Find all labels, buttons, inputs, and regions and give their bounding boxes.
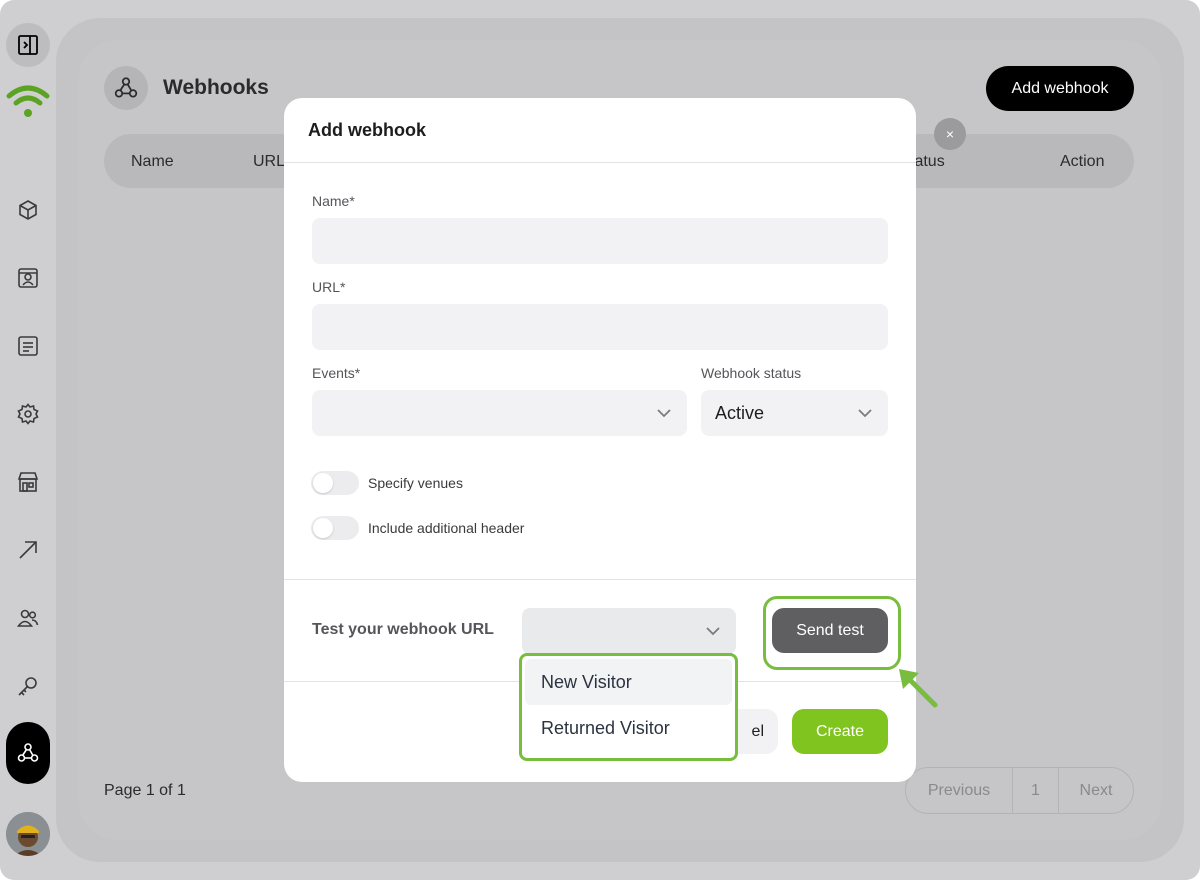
url-input[interactable]: [312, 304, 888, 350]
arrow-up-right-icon: [19, 541, 37, 559]
store-icon: [17, 472, 39, 492]
close-icon: ×: [945, 126, 955, 142]
gear-icon: [17, 403, 39, 425]
next-page-button[interactable]: Next: [1059, 768, 1133, 813]
name-input[interactable]: [312, 218, 888, 264]
test-event-select[interactable]: [522, 608, 736, 654]
pointer-arrow-icon: [899, 669, 938, 708]
webhook-icon: [17, 743, 39, 762]
column-header-action: Action: [1060, 153, 1105, 170]
brand-logo[interactable]: [4, 82, 52, 122]
pagination: Previous 1 Next: [905, 767, 1134, 814]
additional-header-toggle[interactable]: [311, 516, 359, 540]
additional-header-label: Include additional header: [368, 520, 525, 536]
test-webhook-label: Test your webhook URL: [312, 621, 494, 638]
user-avatar[interactable]: [6, 812, 50, 856]
page-header-icon: [104, 66, 148, 110]
webhook-status-label: Webhook status: [701, 365, 802, 381]
sidebar-item-products[interactable]: [6, 188, 50, 232]
specify-venues-toggle[interactable]: [311, 471, 359, 495]
page-number-button[interactable]: 1: [1013, 768, 1059, 813]
column-header-url: URL: [253, 153, 286, 170]
sidebar: [0, 0, 56, 880]
modal-title: Add webhook: [308, 120, 426, 140]
toggle-knob: [313, 518, 333, 538]
chevron-down-icon: [706, 627, 720, 636]
events-select[interactable]: [312, 390, 687, 436]
sidebar-item-reports[interactable]: [6, 528, 50, 572]
modal-close-button[interactable]: ×: [934, 118, 966, 150]
dropdown-option-new-visitor[interactable]: New Visitor: [525, 659, 732, 705]
wifi-logo-icon: [6, 85, 50, 117]
box-icon: [19, 200, 37, 220]
modal-header-divider: [284, 162, 916, 163]
page-title: Webhooks: [163, 76, 269, 99]
panel-toggle-icon: [18, 35, 38, 55]
sidebar-item-lists[interactable]: [6, 324, 50, 368]
sidebar-item-contacts[interactable]: [6, 256, 50, 300]
sidebar-item-api-keys[interactable]: [6, 664, 50, 708]
dropdown-option-returned-visitor[interactable]: Returned Visitor: [525, 705, 732, 751]
contact-card-icon: [18, 268, 38, 288]
sidebar-item-webhooks[interactable]: [6, 722, 50, 784]
users-icon: [16, 609, 39, 627]
sidebar-toggle-button[interactable]: [6, 23, 50, 67]
sidebar-item-users[interactable]: [6, 596, 50, 640]
sidebar-item-settings[interactable]: [6, 392, 50, 436]
webhook-status-value: Active: [715, 402, 765, 423]
create-button[interactable]: Create: [792, 709, 888, 754]
list-icon: [18, 336, 38, 356]
send-test-highlight: [763, 596, 901, 670]
avatar-icon: [6, 812, 50, 856]
test-event-dropdown: New Visitor Returned Visitor: [519, 653, 738, 761]
add-webhook-button[interactable]: Add webhook: [986, 66, 1134, 111]
toggle-knob: [313, 473, 333, 493]
name-label: Name*: [312, 193, 355, 209]
webhook-icon: [114, 77, 138, 98]
previous-page-button[interactable]: Previous: [906, 768, 1013, 813]
column-header-name: Name: [131, 153, 174, 170]
url-label: URL*: [312, 279, 346, 295]
chevron-down-icon: [858, 409, 872, 418]
pagination-info: Page 1 of 1: [104, 782, 186, 799]
key-icon: [18, 677, 37, 696]
sidebar-item-venues[interactable]: [6, 460, 50, 504]
modal-section-divider: [284, 579, 916, 580]
chevron-down-icon: [657, 409, 671, 418]
specify-venues-label: Specify venues: [368, 475, 463, 491]
webhook-status-select[interactable]: Active: [701, 390, 888, 436]
events-label: Events*: [312, 365, 361, 381]
